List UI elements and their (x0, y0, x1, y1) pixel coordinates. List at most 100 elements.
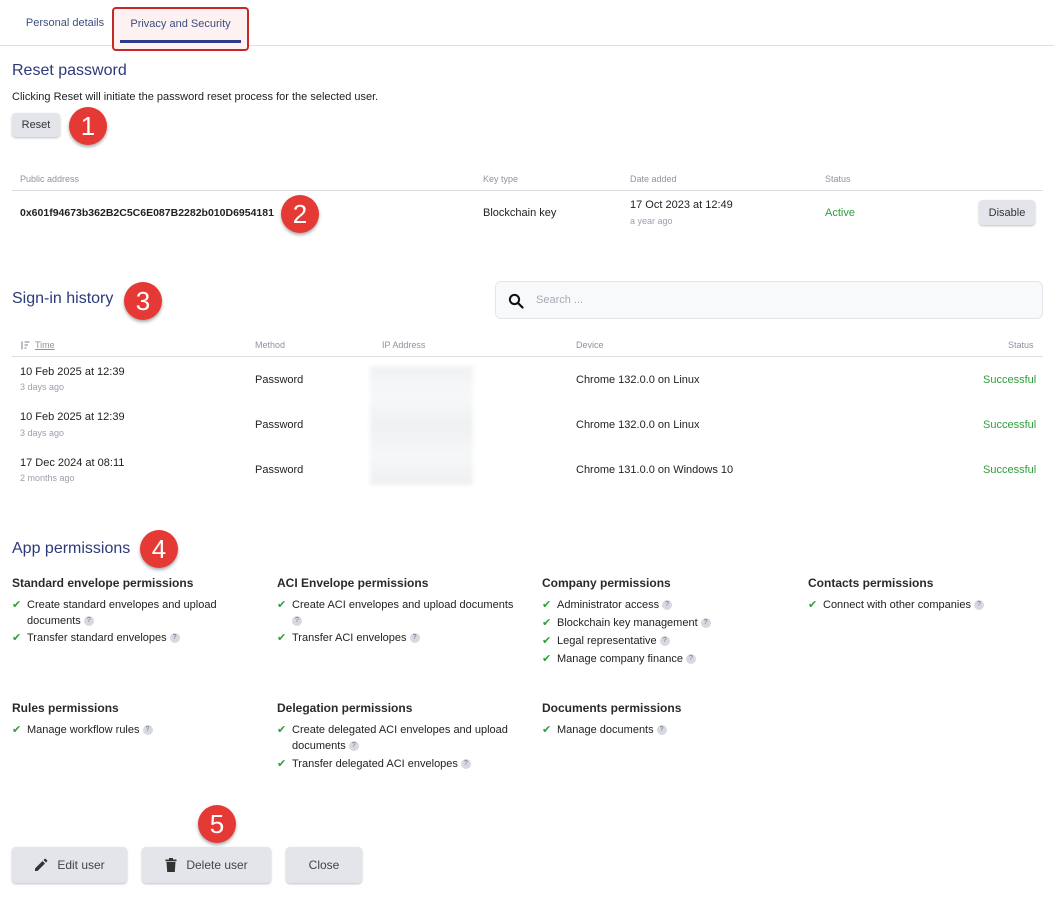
list-item: ✔ Manage workflow rules? (12, 722, 252, 738)
help-icon[interactable]: ? (662, 600, 673, 611)
row-device: Chrome 132.0.0 on Linux (576, 374, 700, 386)
list-item: ✔ Create standard envelopes and upload do… (12, 597, 242, 629)
perm-label: Transfer ACI envelopes (292, 632, 407, 644)
row-time: 10 Feb 2025 at 12:39 (20, 366, 125, 378)
perm-label: Administrator access (557, 599, 660, 611)
perm-label: Manage workflow rules (27, 724, 140, 736)
list-item: ✔ Administrator access? (542, 597, 782, 613)
list-item: ✔ Transfer standard envelopes? (12, 630, 252, 646)
list-item: ✔ Manage documents? (542, 722, 782, 738)
sign-in-history-title: Sign-in history (12, 290, 114, 307)
trash-icon (165, 858, 177, 872)
help-icon[interactable]: ? (685, 654, 696, 665)
ip-address-redacted (370, 366, 473, 485)
app-permissions-title: App permissions (12, 540, 131, 557)
perm-label: Create ACI envelopes and upload document… (292, 599, 514, 611)
key-date-relative: a year ago (630, 216, 673, 226)
perm-label: Blockchain key management (557, 617, 698, 629)
help-icon[interactable]: ? (83, 616, 94, 627)
marker-1: 1 (69, 107, 107, 145)
perm-group-title: Company permissions (542, 576, 671, 590)
key-type: Blockchain key (483, 207, 557, 219)
row-method: Password (255, 464, 304, 476)
marker-3: 3 (124, 282, 162, 320)
search-input[interactable]: Search ... (536, 294, 583, 306)
row-status: Successful (983, 374, 1037, 386)
row-relative: 2 months ago (20, 473, 75, 483)
check-icon: ✔ (277, 632, 287, 644)
header-ip-address: IP Address (382, 340, 426, 350)
header-history-status: Status (1008, 340, 1034, 350)
marker-2: 2 (281, 195, 319, 233)
check-icon: ✔ (542, 653, 552, 665)
header-time-label: Time (35, 340, 55, 350)
check-icon: ✔ (277, 599, 287, 611)
help-icon[interactable]: ? (656, 725, 667, 736)
perm-group-title: Rules permissions (12, 701, 119, 715)
check-icon: ✔ (12, 632, 22, 644)
sort-icon (21, 340, 30, 349)
list-item: ✔ Blockchain key management? (542, 615, 782, 631)
row-time: 10 Feb 2025 at 12:39 (20, 411, 125, 423)
edit-user-button[interactable]: Edit user (12, 847, 127, 883)
tab-privacy-security[interactable]: Privacy and Security (112, 7, 249, 51)
key-date: 17 Oct 2023 at 12:49 (630, 199, 733, 211)
tab-personal-details[interactable]: Personal details (14, 0, 116, 46)
perm-label: Manage company finance (557, 653, 683, 665)
header-key-type: Key type (483, 174, 519, 184)
header-time[interactable]: Time (20, 340, 55, 350)
check-icon: ✔ (542, 617, 552, 629)
help-icon[interactable]: ? (659, 636, 670, 647)
reset-password-title: Reset password (12, 62, 127, 79)
disable-key-button[interactable]: Disable (979, 200, 1035, 225)
row-device: Chrome 131.0.0 on Windows 10 (576, 464, 734, 476)
perm-label: Legal representative (557, 635, 657, 647)
row-time: 17 Dec 2024 at 08:11 (20, 457, 125, 469)
help-icon[interactable]: ? (348, 741, 359, 752)
check-icon: ✔ (808, 599, 818, 611)
help-icon[interactable]: ? (169, 633, 180, 644)
header-method: Method (255, 340, 286, 350)
divider (12, 190, 1043, 191)
list-item: ✔ Manage company finance? (542, 651, 782, 667)
reset-description: Clicking Reset will initiate the passwor… (12, 91, 379, 103)
check-icon: ✔ (12, 599, 22, 611)
divider (12, 356, 1043, 357)
perm-label: Connect with other companies (823, 599, 971, 611)
perm-label: Manage documents (557, 724, 654, 736)
perm-group-title: Contacts permissions (808, 576, 934, 590)
check-icon: ✔ (277, 758, 287, 770)
perm-label: Create delegated ACI envelopes and uploa… (292, 724, 508, 752)
row-relative: 3 days ago (20, 382, 65, 392)
pencil-icon (35, 858, 48, 871)
row-method: Password (255, 419, 304, 431)
perm-group-title: Standard envelope permissions (12, 576, 194, 590)
close-button[interactable]: Close (286, 847, 362, 883)
help-icon[interactable]: ? (973, 600, 984, 611)
search-icon (508, 293, 524, 309)
header-device: Device (576, 340, 604, 350)
reset-button[interactable]: Reset (12, 113, 60, 137)
perm-label: Create standard envelopes and upload doc… (27, 599, 217, 627)
header-key-status: Status (825, 174, 851, 184)
tab-bar: Personal details Privacy and Security (0, 0, 1054, 51)
list-item: ✔ Transfer delegated ACI envelopes? (277, 756, 517, 772)
row-relative: 3 days ago (20, 428, 65, 438)
edit-user-label: Edit user (57, 858, 105, 872)
perm-group-title: Delegation permissions (277, 701, 413, 715)
delete-user-label: Delete user (186, 858, 248, 872)
check-icon: ✔ (542, 635, 552, 647)
tab-privacy-label: Privacy and Security (130, 18, 231, 30)
delete-user-button[interactable]: Delete user (142, 847, 271, 883)
search-box[interactable]: Search ... (495, 281, 1043, 319)
list-item: ✔ Legal representative? (542, 633, 782, 649)
check-icon: ✔ (542, 599, 552, 611)
perm-label: Transfer delegated ACI envelopes (292, 758, 458, 770)
row-device: Chrome 132.0.0 on Linux (576, 419, 700, 431)
help-icon[interactable]: ? (292, 616, 302, 627)
help-icon[interactable]: ? (700, 618, 711, 629)
help-icon[interactable]: ? (142, 725, 153, 736)
help-icon[interactable]: ? (460, 759, 471, 770)
list-item: ✔ Create delegated ACI envelopes and uplo… (277, 722, 512, 754)
help-icon[interactable]: ? (409, 633, 420, 644)
